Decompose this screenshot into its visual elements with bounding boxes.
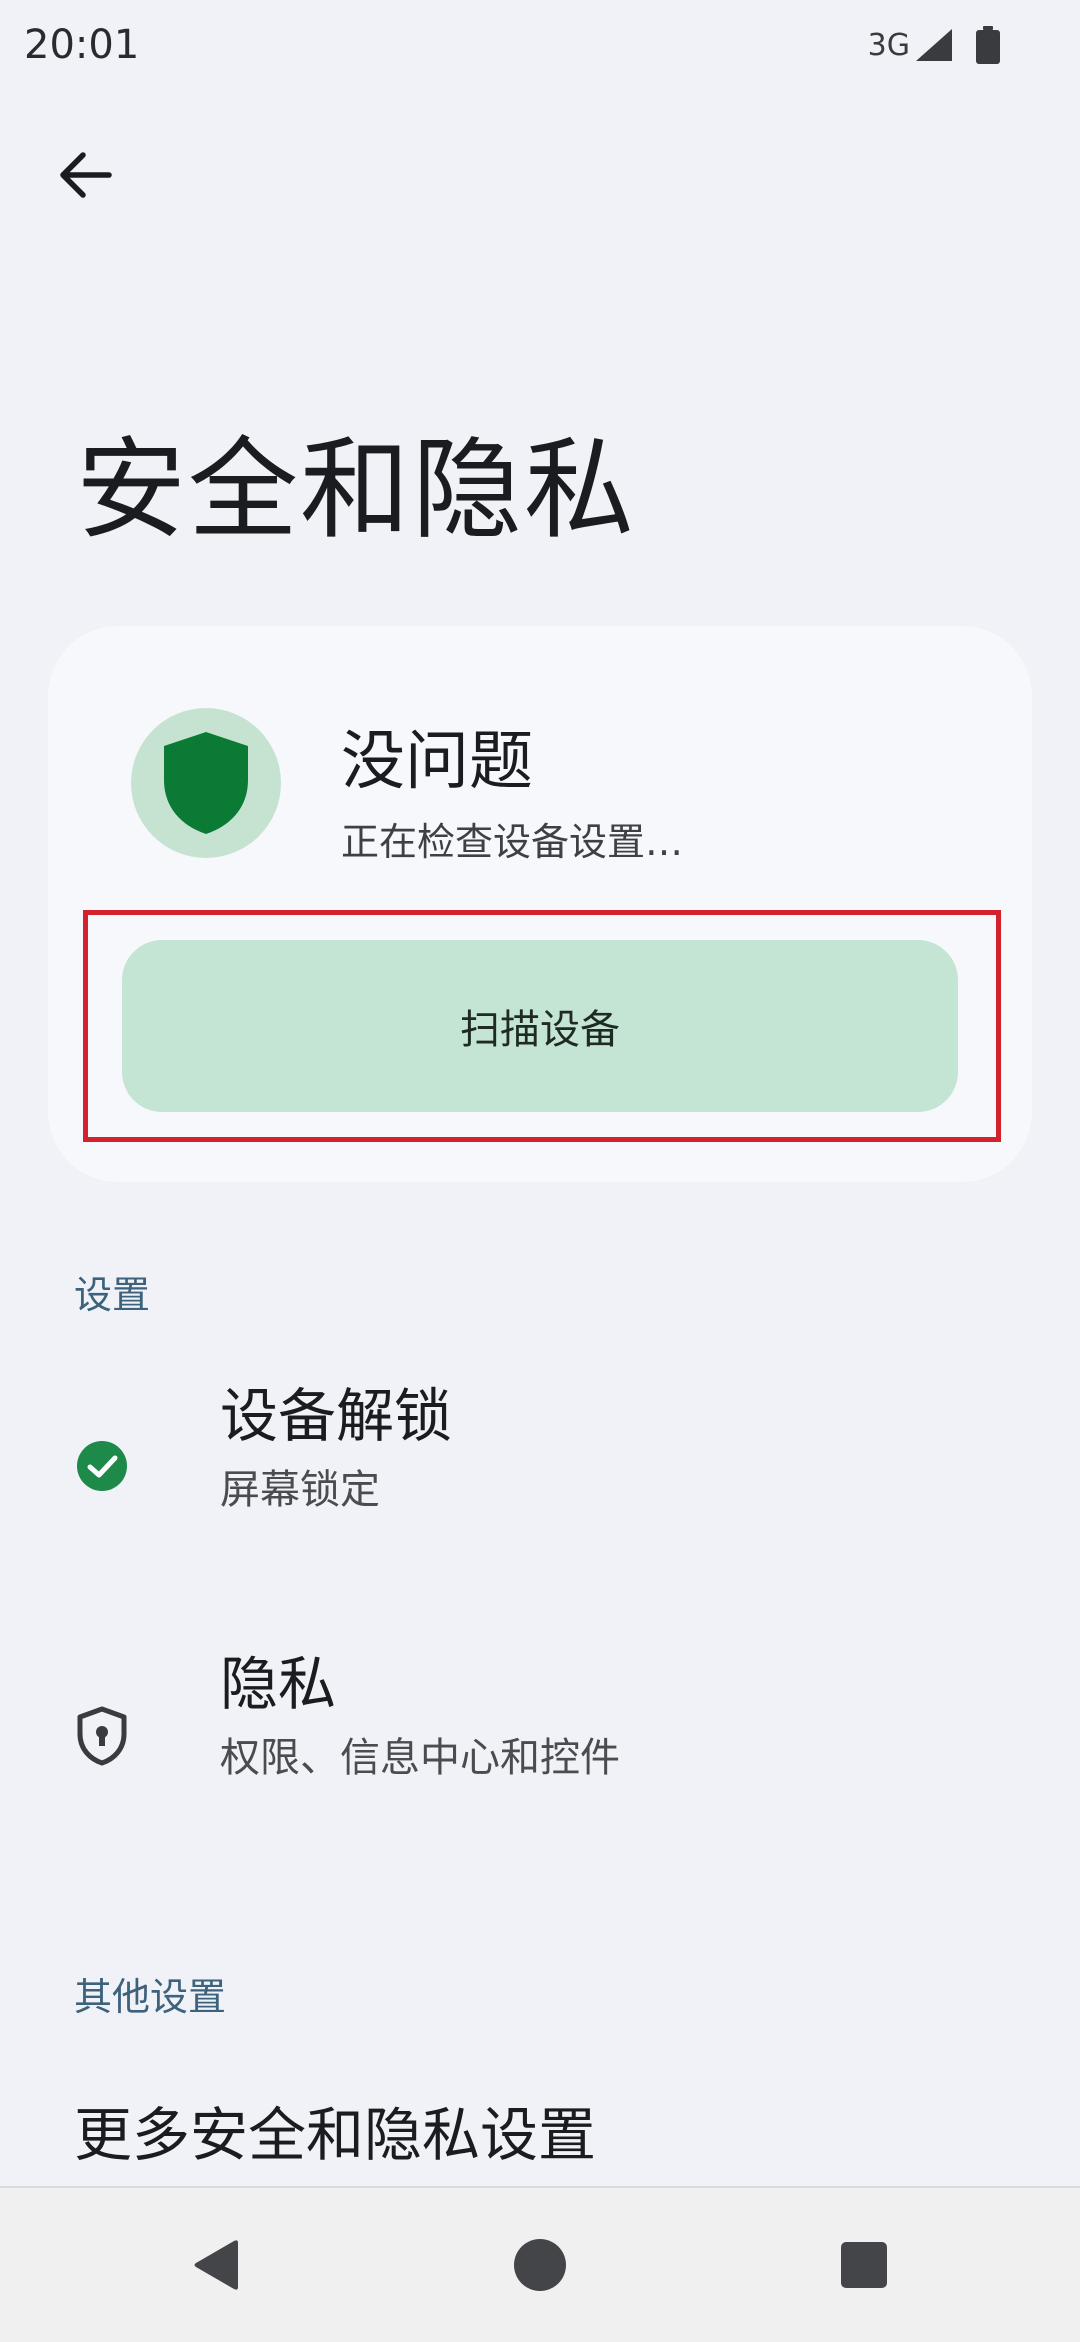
list-item-subtitle: 权限、信息中心和控件 — [220, 1735, 620, 1781]
security-status-card: 没问题 正在检查设备设置… 扫描设备 — [48, 626, 1032, 1182]
list-item-privacy[interactable]: 隐私 权限、信息中心和控件 — [0, 1648, 1080, 1848]
nav-recents-button[interactable] — [804, 2188, 924, 2342]
shield-icon-container — [131, 708, 281, 858]
back-button[interactable] — [40, 130, 130, 220]
list-item-title: 设备解锁 — [220, 1382, 453, 1450]
section-header-settings: 设置 — [74, 1273, 151, 1317]
page-title: 安全和隐私 — [76, 426, 636, 554]
home-circle-icon — [514, 2239, 566, 2291]
list-item-title: 隐私 — [220, 1650, 337, 1718]
check-circle-icon — [72, 1436, 132, 1496]
network-type: 3G — [867, 27, 910, 63]
privacy-shield-lock-icon — [72, 1706, 132, 1766]
status-bar: 20:01 3G — [0, 0, 1080, 100]
back-triangle-icon — [194, 2240, 238, 2290]
status-title: 没问题 — [341, 725, 533, 799]
status-subtitle: 正在检查设备设置… — [341, 820, 684, 864]
signal-icon — [914, 27, 954, 63]
list-item-subtitle: 屏幕锁定 — [220, 1467, 380, 1513]
list-item-device-unlock[interactable]: 设备解锁 屏幕锁定 — [0, 1380, 1080, 1580]
scan-device-button[interactable]: 扫描设备 — [122, 940, 958, 1112]
shield-icon — [164, 732, 248, 834]
back-arrow-icon — [60, 152, 112, 198]
battery-icon — [976, 26, 1000, 64]
status-time: 20:01 — [24, 22, 140, 68]
nav-back-button[interactable] — [156, 2188, 276, 2342]
nav-home-button[interactable] — [480, 2188, 600, 2342]
navigation-bar — [0, 2186, 1080, 2342]
status-icons: 3G — [868, 26, 1000, 64]
section-header-other: 其他设置 — [74, 1975, 227, 2019]
recents-square-icon — [841, 2242, 887, 2288]
more-security-privacy-item[interactable]: 更多安全和隐私设置 — [74, 2095, 596, 2175]
